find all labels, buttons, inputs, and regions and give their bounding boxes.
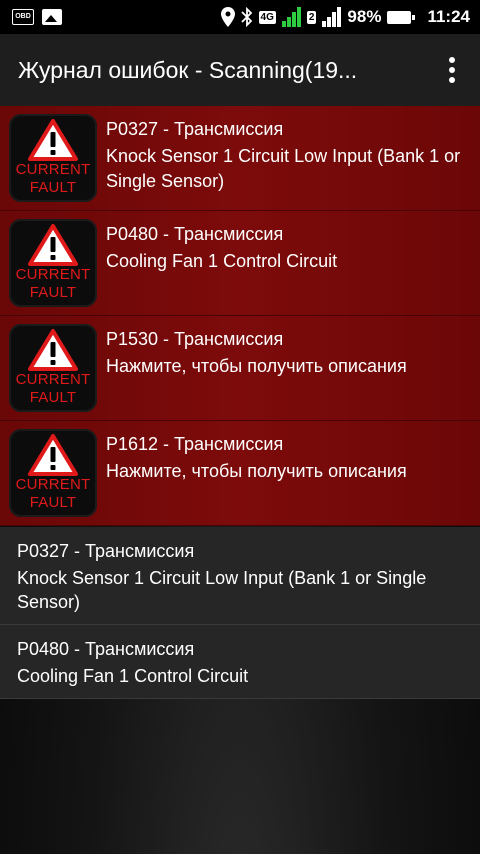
list-item[interactable]: P0327 - Трансмиссия Knock Sensor 1 Circu… xyxy=(0,527,480,625)
list-item[interactable]: P0480 - Трансмиссия Cooling Fan 1 Contro… xyxy=(0,625,480,699)
current-fault-icon: CURRENT FAULT xyxy=(9,114,97,202)
warning-icon xyxy=(28,119,78,161)
sim2-badge: 2 xyxy=(306,10,317,24)
signal-sim2-icon xyxy=(322,7,342,27)
fault-code: P0480 - Трансмиссия xyxy=(17,639,195,659)
current-fault-icon: CURRENT FAULT xyxy=(9,324,97,412)
badge-line1: CURRENT xyxy=(15,476,91,493)
fault-row[interactable]: CURRENT FAULT P1612 - Трансмиссия Нажмит… xyxy=(0,421,480,526)
fault-description: Нажмите, чтобы получить описания xyxy=(106,356,407,376)
badge-line1: CURRENT xyxy=(15,266,91,283)
image-icon xyxy=(42,9,62,25)
fault-description: Knock Sensor 1 Circuit Low Input (Bank 1… xyxy=(17,568,427,612)
warning-icon xyxy=(28,224,78,266)
badge-line1: CURRENT xyxy=(15,161,91,178)
fault-description: Cooling Fan 1 Control Circuit xyxy=(106,251,338,271)
fault-description: Нажмите, чтобы получить описания xyxy=(106,461,407,481)
fault-code: P1612 - Трансмиссия xyxy=(106,434,284,454)
fault-row[interactable]: CURRENT FAULT P0480 - Трансмиссия Coolin… xyxy=(0,211,480,316)
current-fault-icon: CURRENT FAULT xyxy=(9,429,97,517)
clock: 11:24 xyxy=(427,7,470,26)
fault-description: Knock Sensor 1 Circuit Low Input (Bank 1… xyxy=(106,146,461,191)
fault-row[interactable]: CURRENT FAULT P1530 - Трансмиссия Нажмит… xyxy=(0,316,480,421)
warning-icon xyxy=(28,434,78,476)
page-title: Журнал ошибок - Scanning(19... xyxy=(18,56,358,83)
fault-code: P0327 - Трансмиссия xyxy=(17,541,195,561)
other-fault-list: P0327 - Трансмиссия Knock Sensor 1 Circu… xyxy=(0,527,480,699)
signal-sim1-icon xyxy=(281,7,301,27)
status-bar: OBD 4G 2 98% 11:24 xyxy=(0,0,480,34)
current-fault-list: CURRENT FAULT P0327 - Трансмиссия Knock … xyxy=(0,106,480,526)
badge-line2: FAULT xyxy=(29,389,77,406)
location-icon xyxy=(220,7,235,27)
bluetooth-icon xyxy=(240,7,252,27)
fault-row[interactable]: CURRENT FAULT P0327 - Трансмиссия Knock … xyxy=(0,106,480,211)
fault-code: P1530 - Трансмиссия xyxy=(106,329,284,349)
fault-code: P0327 - Трансмиссия xyxy=(106,119,284,139)
badge-line2: FAULT xyxy=(29,284,77,301)
obd-icon: OBD xyxy=(12,9,34,25)
battery-icon xyxy=(387,10,416,24)
badge-line2: FAULT xyxy=(29,179,77,196)
badge-line2: FAULT xyxy=(29,494,77,511)
more-vert-icon[interactable] xyxy=(432,42,472,98)
network-type-badge: 4G xyxy=(258,10,276,24)
fault-description: Cooling Fan 1 Control Circuit xyxy=(17,666,249,686)
current-fault-icon: CURRENT FAULT xyxy=(9,219,97,307)
fault-code: P0480 - Трансмиссия xyxy=(106,224,284,244)
badge-line1: CURRENT xyxy=(15,371,91,388)
warning-icon xyxy=(28,329,78,371)
battery-percent: 98% xyxy=(347,7,382,26)
app-bar: Журнал ошибок - Scanning(19... xyxy=(0,34,480,106)
